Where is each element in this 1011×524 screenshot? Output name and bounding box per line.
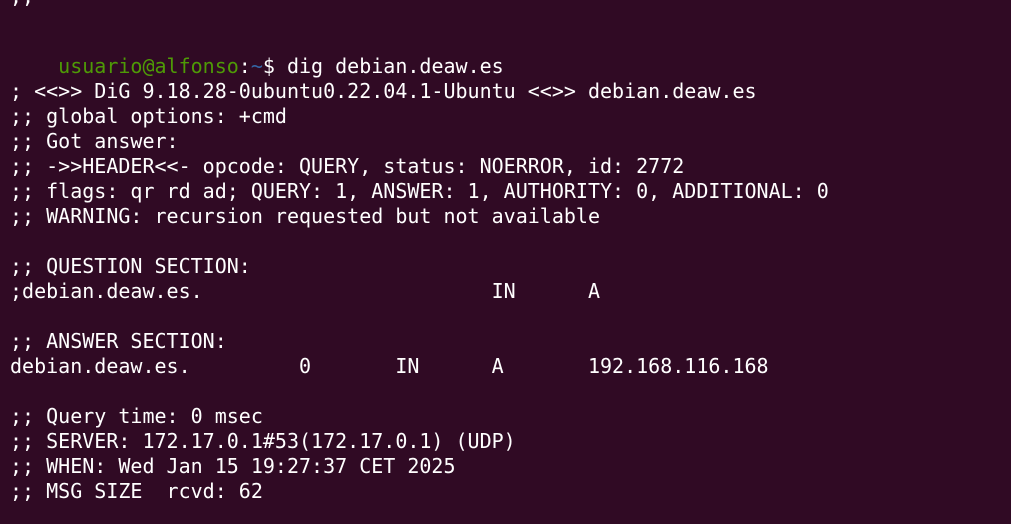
- output-line-partial: ;;: [10, 0, 34, 9]
- answer-section-header: ;; ANSWER SECTION:: [10, 329, 227, 353]
- got-answer-line: ;; Got answer:: [10, 129, 179, 153]
- answer-record-line: debian.deaw.es. 0 IN A 192.168.116.168: [10, 354, 769, 378]
- prompt-separator: :: [238, 54, 251, 78]
- when-line: ;; WHEN: Wed Jan 15 19:27:37 CET 2025: [10, 454, 456, 478]
- msg-size-line: ;; MSG SIZE rcvd: 62: [10, 479, 263, 503]
- question-section-header: ;; QUESTION SECTION:: [10, 254, 251, 278]
- server-line: ;; SERVER: 172.17.0.1#53(172.17.0.1) (UD…: [10, 429, 516, 453]
- question-record-line: ;debian.deaw.es. IN A: [10, 279, 601, 303]
- prompt-symbol: $: [262, 54, 275, 78]
- dig-version-line: ; <<>> DiG 9.18.28-0ubuntu0.22.04.1-Ubun…: [10, 79, 757, 103]
- global-options-line: ;; global options: +cmd: [10, 104, 287, 128]
- prompt-path: ~: [250, 54, 263, 78]
- terminal-window[interactable]: ;; usuario@alfonso:~$ dig debian.deaw.es…: [0, 0, 1011, 524]
- flags-line: ;; flags: qr rd ad; QUERY: 1, ANSWER: 1,…: [10, 179, 829, 203]
- command-text: dig debian.deaw.es: [274, 54, 504, 78]
- command-prompt-line: usuario@alfonso:~$ dig debian.deaw.es: [10, 29, 504, 78]
- prompt-user-host: usuario@alfonso: [58, 54, 239, 78]
- header-line: ;; ->>HEADER<<- opcode: QUERY, status: N…: [10, 154, 685, 178]
- warning-line: ;; WARNING: recursion requested but not …: [10, 204, 601, 228]
- query-time-line: ;; Query time: 0 msec: [10, 404, 263, 428]
